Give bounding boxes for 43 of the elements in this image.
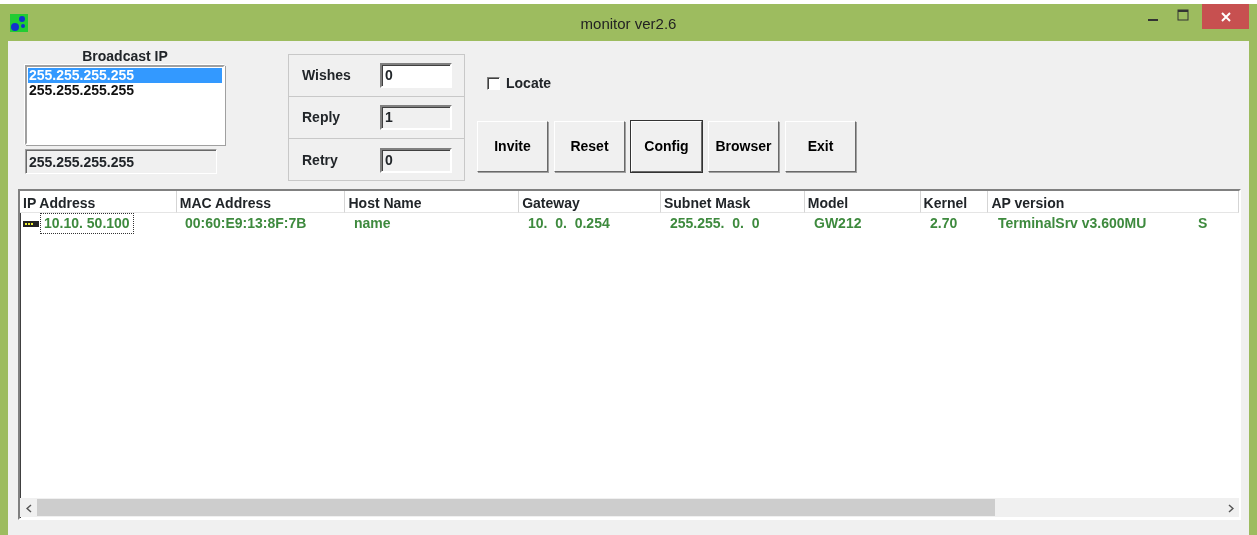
broadcast-ip-field[interactable]: 255.255.255.255 bbox=[25, 149, 217, 174]
broadcast-ip-label: Broadcast IP bbox=[81, 47, 169, 65]
column-header[interactable]: MAC Address bbox=[176, 191, 346, 213]
counter-field[interactable]: 0 bbox=[380, 63, 452, 88]
close-icon bbox=[1220, 11, 1231, 22]
scroll-left-icon[interactable] bbox=[25, 503, 32, 513]
table-cell: name bbox=[354, 215, 391, 231]
counter-label: Wishes bbox=[302, 66, 352, 85]
toolbar-button[interactable]: Config bbox=[631, 121, 702, 172]
toolbar-button[interactable]: Browser bbox=[708, 121, 779, 172]
table-cell: S bbox=[1198, 215, 1208, 231]
column-header[interactable]: IP Address bbox=[20, 191, 177, 213]
window-title: monitor ver2.6 bbox=[580, 14, 677, 34]
column-header[interactable]: AP version bbox=[988, 191, 1239, 213]
table-cell: 2.70 bbox=[930, 215, 958, 231]
toolbar-button[interactable]: Reset bbox=[554, 121, 625, 172]
table-cell: 255.255. 0. 0 bbox=[670, 215, 760, 231]
minimize-icon bbox=[1148, 19, 1158, 21]
table-cell: GW212 bbox=[814, 215, 862, 231]
network-device-icon bbox=[23, 220, 39, 227]
toolbar-button[interactable]: Invite bbox=[477, 121, 548, 172]
app-icon bbox=[10, 13, 28, 32]
scrollbar-thumb[interactable] bbox=[37, 499, 995, 516]
counter-label: Reply bbox=[302, 108, 342, 127]
scroll-right-icon[interactable] bbox=[1227, 503, 1234, 513]
column-header[interactable]: Kernel bbox=[920, 191, 989, 213]
table-cell: TerminalSrv v3.600MU bbox=[998, 215, 1147, 231]
table-cell[interactable]: 10.10. 50.100 bbox=[41, 214, 133, 233]
maximize-icon bbox=[1177, 9, 1189, 21]
close-button[interactable] bbox=[1202, 4, 1249, 29]
list-item[interactable]: 255.255.255.255 bbox=[28, 83, 222, 98]
column-header[interactable]: Gateway bbox=[519, 191, 661, 213]
locate-checkbox[interactable] bbox=[487, 76, 500, 90]
column-header[interactable]: Model bbox=[804, 191, 921, 213]
broadcast-ip-list[interactable]: 255.255.255.255 255.255.255.255 bbox=[25, 65, 225, 145]
toolbar-button[interactable]: Exit bbox=[785, 121, 856, 172]
column-header[interactable]: Subnet Mask bbox=[660, 191, 805, 213]
column-header[interactable]: Host Name bbox=[345, 191, 520, 213]
horizontal-scrollbar[interactable] bbox=[20, 498, 1239, 517]
table-cell: 10. 0. 0.254 bbox=[528, 215, 610, 231]
locate-label[interactable]: Locate bbox=[506, 72, 552, 94]
counter-label: Retry bbox=[302, 150, 339, 170]
table-cell: 00:60:E9:13:8F:7B bbox=[185, 215, 307, 231]
